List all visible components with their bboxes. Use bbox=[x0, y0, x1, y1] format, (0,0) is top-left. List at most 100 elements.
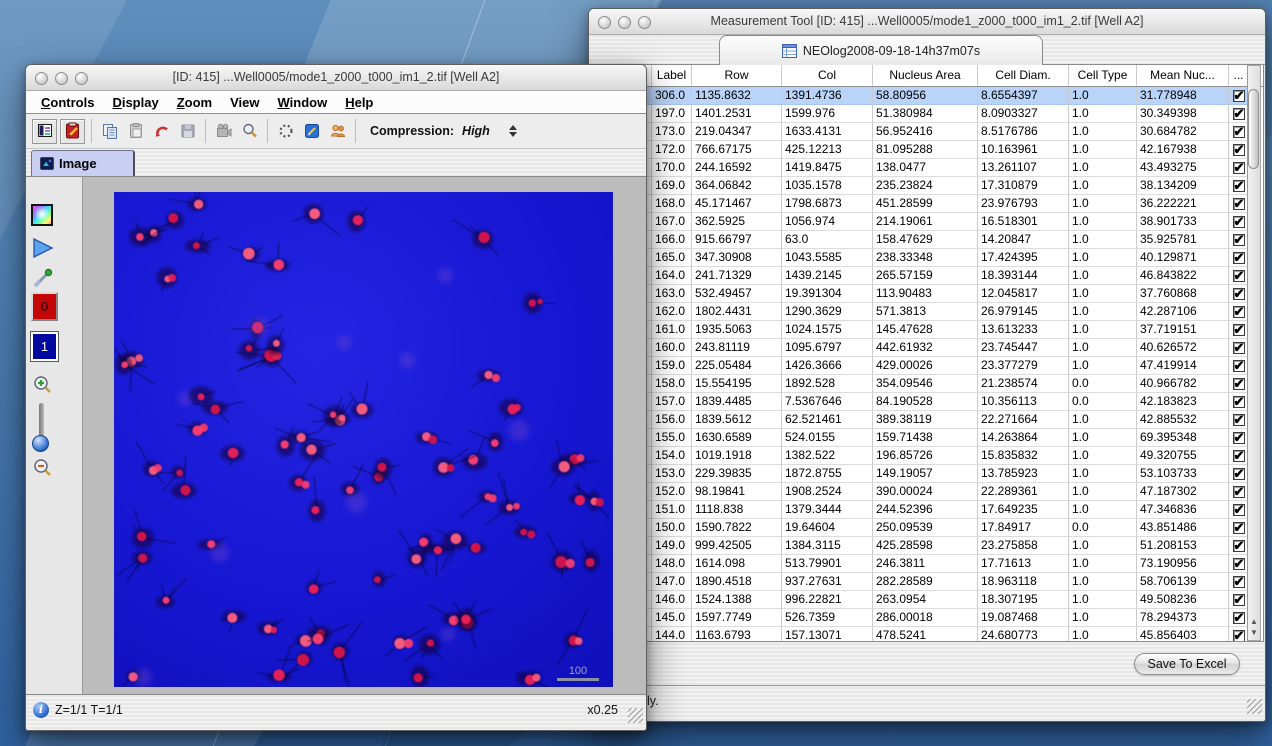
table-row[interactable]: 156.01839.561262.521461389.3811922.27166… bbox=[593, 411, 1263, 429]
zoom-slider-knob[interactable] bbox=[32, 435, 49, 452]
table-scrollbar[interactable]: ▲▼ bbox=[1247, 65, 1261, 641]
menu-display[interactable]: Display bbox=[103, 95, 167, 110]
measurement-window-titlebar[interactable]: Measurement Tool [ID: 415] ...Well0005/m… bbox=[589, 9, 1265, 35]
row-checkbox[interactable] bbox=[1233, 252, 1245, 264]
log-tab[interactable]: NEOlog2008-09-18-14h37m07s bbox=[719, 35, 1043, 65]
column-header[interactable]: Row bbox=[692, 65, 782, 86]
row-checkbox[interactable] bbox=[1233, 612, 1245, 624]
row-checkbox[interactable] bbox=[1233, 486, 1245, 498]
row-checkbox[interactable] bbox=[1233, 126, 1245, 138]
row-checkbox[interactable] bbox=[1233, 90, 1245, 102]
row-checkbox[interactable] bbox=[1233, 198, 1245, 210]
table-row[interactable]: 166.0915.6679763.0158.4762914.208471.035… bbox=[593, 231, 1263, 249]
row-checkbox[interactable] bbox=[1233, 378, 1245, 390]
table-row[interactable]: 157.01839.44857.536764684.19052810.35611… bbox=[593, 393, 1263, 411]
colormap-icon[interactable] bbox=[31, 204, 53, 226]
zoom-out-icon[interactable] bbox=[31, 457, 55, 479]
column-header[interactable]: ... bbox=[1229, 65, 1249, 86]
menu-help[interactable]: Help bbox=[336, 95, 382, 110]
scrollbar-thumb[interactable] bbox=[1248, 89, 1259, 169]
copy-button[interactable] bbox=[98, 120, 121, 143]
row-checkbox[interactable] bbox=[1233, 558, 1245, 570]
menu-controls[interactable]: Controls bbox=[32, 95, 103, 110]
row-checkbox[interactable] bbox=[1233, 504, 1245, 516]
table-row[interactable]: 172.0766.67175425.1221381.09528810.16396… bbox=[593, 141, 1263, 159]
paste-button[interactable] bbox=[124, 120, 147, 143]
row-checkbox[interactable] bbox=[1233, 360, 1245, 372]
table-row[interactable]: 158.015.5541951892.528354.0954621.238574… bbox=[593, 375, 1263, 393]
table-row[interactable]: 144.01163.6793157.13071478.524124.680773… bbox=[593, 627, 1263, 642]
row-checkbox[interactable] bbox=[1233, 288, 1245, 300]
table-row[interactable]: 151.01118.8381379.3444244.5239617.649235… bbox=[593, 501, 1263, 519]
table-row[interactable]: 165.0347.309081043.5585238.3334817.42439… bbox=[593, 249, 1263, 267]
row-checkbox[interactable] bbox=[1233, 270, 1245, 282]
zoom-button[interactable] bbox=[638, 16, 651, 29]
display-settings-toggle[interactable] bbox=[32, 119, 57, 144]
table-row[interactable]: 197.01401.25311599.97651.3809848.0903327… bbox=[593, 105, 1263, 123]
column-header[interactable]: Col bbox=[782, 65, 873, 86]
scrollbar-arrows[interactable]: ▲▼ bbox=[1248, 616, 1260, 638]
table-row[interactable]: 162.01802.44311290.3629571.381326.979145… bbox=[593, 303, 1263, 321]
close-button[interactable] bbox=[598, 16, 611, 29]
channel-1-button[interactable]: 1 bbox=[31, 332, 58, 361]
table-row[interactable]: 161.01935.50631024.1575145.4762813.61323… bbox=[593, 321, 1263, 339]
column-header[interactable]: Mean Nuc... bbox=[1137, 65, 1229, 86]
table-row[interactable]: 145.01597.7749526.7359286.0001819.087468… bbox=[593, 609, 1263, 627]
find-button[interactable] bbox=[238, 120, 261, 143]
row-checkbox[interactable] bbox=[1233, 594, 1245, 606]
menu-window[interactable]: Window bbox=[269, 95, 337, 110]
image-window-titlebar[interactable]: [ID: 415] ...Well0005/mode1_z000_t000_im… bbox=[26, 65, 646, 91]
table-row[interactable]: 150.01590.782219.64604250.0953917.849170… bbox=[593, 519, 1263, 537]
table-row[interactable]: 147.01890.4518937.27631282.2858918.96311… bbox=[593, 573, 1263, 591]
tab-image[interactable]: Image bbox=[31, 150, 135, 176]
table-row[interactable]: 163.0532.4945719.391304113.9048312.04581… bbox=[593, 285, 1263, 303]
movie-button[interactable] bbox=[212, 120, 235, 143]
save-button[interactable] bbox=[176, 120, 199, 143]
column-header[interactable]: Cell Diam. bbox=[978, 65, 1069, 86]
table-row[interactable]: 160.0243.811191095.6797442.6193223.74544… bbox=[593, 339, 1263, 357]
table-row[interactable]: 146.01524.1388996.22821263.095418.307195… bbox=[593, 591, 1263, 609]
row-checkbox[interactable] bbox=[1233, 162, 1245, 174]
annotation-toggle[interactable] bbox=[60, 119, 85, 144]
measurement-table[interactable]: LabelRowColNucleus AreaCell Diam.Cell Ty… bbox=[592, 64, 1264, 642]
info-icon[interactable]: i bbox=[33, 702, 49, 718]
column-header[interactable]: Label bbox=[652, 65, 692, 86]
users-button[interactable] bbox=[326, 120, 349, 143]
row-checkbox[interactable] bbox=[1233, 540, 1245, 552]
row-checkbox[interactable] bbox=[1233, 108, 1245, 120]
table-row[interactable]: 167.0362.59251056.974214.1906116.5183011… bbox=[593, 213, 1263, 231]
row-checkbox[interactable] bbox=[1233, 324, 1245, 336]
table-row[interactable]: 159.0225.054841426.3666429.0002623.37727… bbox=[593, 357, 1263, 375]
table-row[interactable]: 170.0244.165921419.8475138.047713.261107… bbox=[593, 159, 1263, 177]
row-checkbox[interactable] bbox=[1233, 414, 1245, 426]
zoom-in-icon[interactable] bbox=[31, 374, 55, 396]
eyedropper-icon[interactable] bbox=[31, 267, 55, 289]
table-row[interactable]: 164.0241.713291439.2145265.5715918.39314… bbox=[593, 267, 1263, 285]
minimize-button[interactable] bbox=[618, 16, 631, 29]
compression-value[interactable]: High bbox=[462, 124, 490, 138]
edit-image-button[interactable] bbox=[300, 120, 323, 143]
table-row[interactable]: 173.0219.043471633.413156.9524168.517678… bbox=[593, 123, 1263, 141]
column-header[interactable]: Cell Type bbox=[1069, 65, 1137, 86]
row-checkbox[interactable] bbox=[1233, 180, 1245, 192]
row-checkbox[interactable] bbox=[1233, 576, 1245, 588]
select-region-button[interactable] bbox=[274, 120, 297, 143]
table-row[interactable]: 306.01135.86321391.473658.809568.6554397… bbox=[593, 87, 1263, 105]
resize-grip[interactable] bbox=[1247, 699, 1262, 714]
undo-button[interactable] bbox=[150, 120, 173, 143]
table-row[interactable]: 168.045.1714671798.6873451.2859923.97679… bbox=[593, 195, 1263, 213]
table-row[interactable]: 155.01630.6589524.0155159.7143814.263864… bbox=[593, 429, 1263, 447]
row-checkbox[interactable] bbox=[1233, 630, 1245, 642]
table-row[interactable]: 169.0364.068421035.1578235.2382417.31087… bbox=[593, 177, 1263, 195]
menu-view[interactable]: View bbox=[221, 95, 268, 110]
row-checkbox[interactable] bbox=[1233, 144, 1245, 156]
row-checkbox[interactable] bbox=[1233, 234, 1245, 246]
row-checkbox[interactable] bbox=[1233, 396, 1245, 408]
row-checkbox[interactable] bbox=[1233, 216, 1245, 228]
table-row[interactable]: 148.01614.098513.79901246.381117.716131.… bbox=[593, 555, 1263, 573]
row-checkbox[interactable] bbox=[1233, 432, 1245, 444]
table-row[interactable]: 153.0229.398351872.8755149.1905713.78592… bbox=[593, 465, 1263, 483]
zoom-button[interactable] bbox=[75, 72, 88, 85]
resize-grip[interactable] bbox=[628, 708, 643, 723]
compression-stepper[interactable] bbox=[509, 125, 517, 137]
